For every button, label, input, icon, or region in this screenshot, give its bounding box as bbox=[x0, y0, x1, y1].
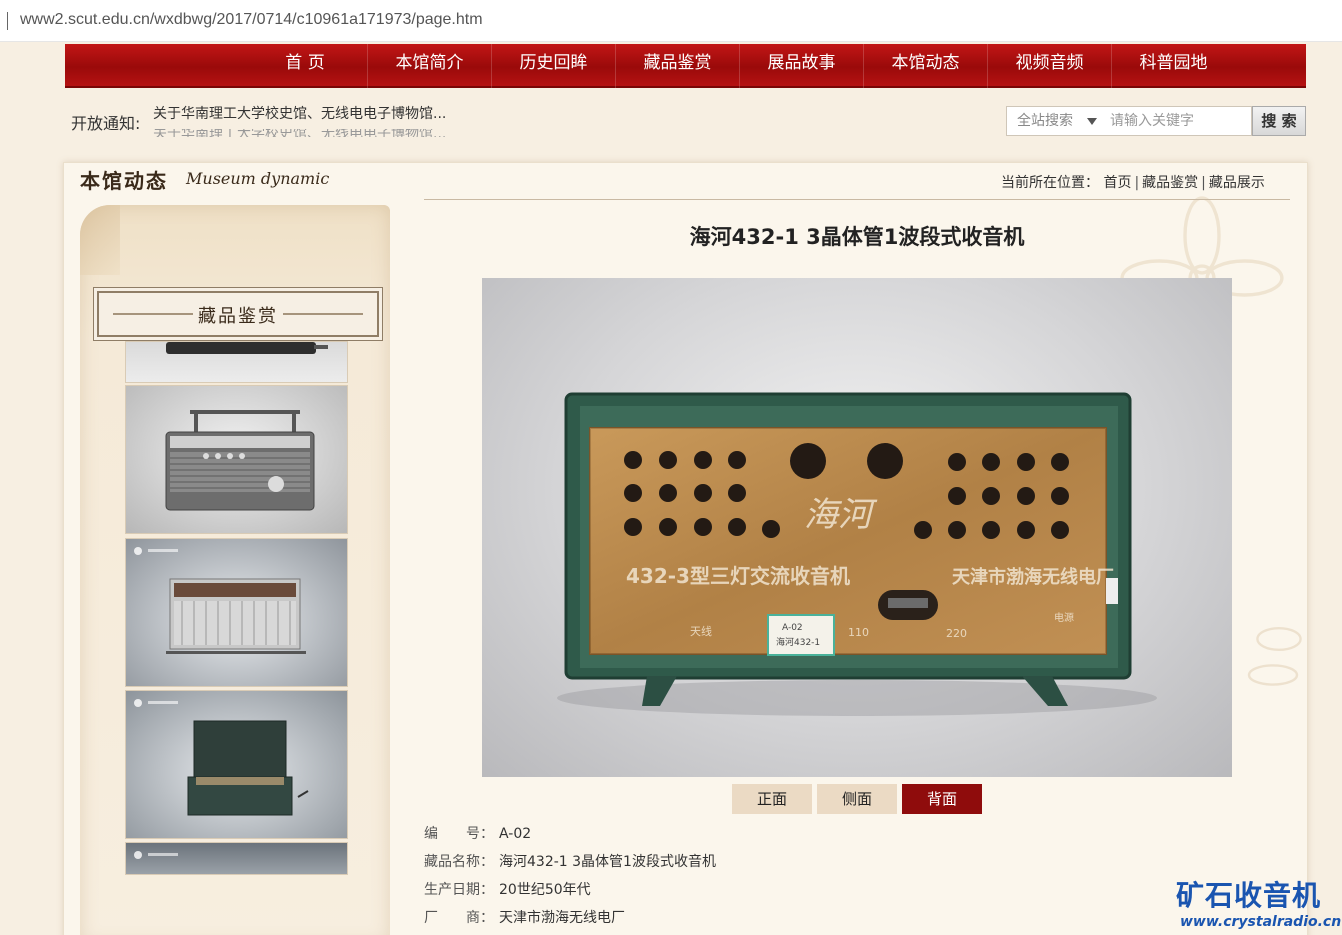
breadcrumb-separator: | bbox=[1201, 175, 1206, 191]
nav-item-science[interactable]: 科普园地 bbox=[1111, 44, 1235, 88]
radio-thumbnail-icon bbox=[166, 342, 328, 354]
photo-maker-text: 天津市渤海无线电厂 bbox=[952, 566, 1114, 588]
tab-front[interactable]: 正面 bbox=[732, 784, 812, 814]
caret-down-icon bbox=[1087, 118, 1097, 125]
thumbnail-item[interactable] bbox=[125, 690, 348, 839]
photo-logo-text: 海河 bbox=[804, 495, 878, 535]
breadcrumb-home[interactable]: 首页 bbox=[1103, 175, 1131, 191]
silver-radio-thumbnail-icon bbox=[134, 547, 306, 654]
photo-power-text: 电源 bbox=[1054, 611, 1074, 624]
phonograph-thumbnail-icon bbox=[134, 699, 309, 816]
meta-key: 生产日期： bbox=[424, 882, 494, 898]
meta-row-name: 藏品名称： 海河432-1 3晶体管1波段式收音机 bbox=[424, 852, 716, 880]
thumbnail-item[interactable] bbox=[125, 538, 348, 687]
photo-label-id: A-02 bbox=[782, 623, 803, 633]
nav-item-about[interactable]: 本馆简介 bbox=[367, 44, 491, 88]
item-metadata: 编 号： A-02 藏品名称： 海河432-1 3晶体管1波段式收音机 生产日期： 2… bbox=[424, 824, 716, 935]
header-divider bbox=[424, 199, 1290, 200]
nav-item-history[interactable]: 历史回眸 bbox=[491, 44, 615, 88]
item-title: 海河432-1 3晶体管1波段式收音机 bbox=[689, 225, 1025, 249]
view-tabs: 正面 侧面 背面 bbox=[732, 784, 987, 814]
meta-value: A-02 bbox=[499, 826, 532, 842]
notice-scroll-fragment: 关于华南理工大学校史馆、无线电电子博物馆... bbox=[153, 129, 453, 137]
nav-item-collection[interactable]: 藏品鉴赏 bbox=[615, 44, 739, 88]
watermark-cn: 矿石收音机 bbox=[1176, 879, 1322, 912]
url-text[interactable]: www2.scut.edu.cn/wxdbwg/2017/0714/c10961… bbox=[20, 11, 483, 29]
tab-side[interactable]: 侧面 bbox=[817, 784, 897, 814]
nav-item-video[interactable]: 视频音频 bbox=[987, 44, 1111, 88]
partial-thumbnail-icon bbox=[134, 851, 178, 859]
thumbnail-list[interactable] bbox=[125, 341, 348, 875]
photo-antenna-text: 天线 bbox=[690, 624, 712, 638]
text-cursor bbox=[7, 12, 8, 30]
photo-model-text: 432-3型三灯交流收音机 bbox=[626, 564, 850, 588]
breadcrumb-prefix: 当前所在位置： bbox=[1001, 175, 1099, 191]
notice-label: 开放通知: bbox=[71, 114, 141, 133]
meta-value: 20世纪50年代 bbox=[499, 882, 591, 898]
main-nav: 首 页 本馆简介 历史回眸 藏品鉴赏 展品故事 本馆动态 视频音频 科普园地 bbox=[65, 44, 1306, 88]
meta-row-number: 编 号： A-02 bbox=[424, 824, 716, 852]
nav-item-news[interactable]: 本馆动态 bbox=[863, 44, 987, 88]
notice-link[interactable]: 关于华南理工大学校史馆、无线电电子博物馆... bbox=[153, 103, 446, 123]
search-button[interactable]: 搜 索 bbox=[1252, 106, 1306, 136]
item-photo[interactable]: 海河 432-3型三灯交流收音机 天津市渤海无线电厂 天线 110 220 电源… bbox=[482, 278, 1232, 777]
nav-item-home[interactable]: 首 页 bbox=[243, 44, 367, 88]
sidebar-plaque: 藏品鉴赏 bbox=[97, 291, 379, 337]
breadcrumb-collection[interactable]: 藏品鉴赏 bbox=[1142, 175, 1198, 191]
meta-row-maker: 厂 商： 天津市渤海无线电厂 bbox=[424, 908, 716, 935]
meta-row-date: 生产日期： 20世纪50年代 bbox=[424, 880, 716, 908]
thumbnail-item[interactable] bbox=[125, 842, 348, 875]
section-title-en: Museum dynamic bbox=[186, 169, 330, 188]
browser-address-bar[interactable]: www2.scut.edu.cn/wxdbwg/2017/0714/c10961… bbox=[0, 0, 1342, 42]
meta-value: 天津市渤海无线电厂 bbox=[499, 910, 625, 926]
radio-back-photo-icon: 海河 432-3型三灯交流收音机 天津市渤海无线电厂 天线 110 220 电源… bbox=[557, 392, 1157, 716]
meta-key: 藏品名称： bbox=[424, 854, 494, 870]
notice-fragment-text: 关于华南理工大学校史馆、无线电电子博物馆... bbox=[153, 129, 447, 137]
meta-key: 编 号： bbox=[424, 826, 494, 842]
photo-voltage-2-text: 220 bbox=[946, 627, 967, 640]
tab-back[interactable]: 背面 bbox=[902, 784, 982, 814]
search-input[interactable] bbox=[1102, 106, 1252, 136]
breadcrumb-separator: | bbox=[1134, 175, 1140, 191]
photo-voltage-1-text: 110 bbox=[848, 626, 869, 639]
thumbnail-item[interactable] bbox=[125, 341, 348, 383]
breadcrumb-display[interactable]: 藏品展示 bbox=[1209, 175, 1265, 191]
scroll-fold-ornament bbox=[80, 205, 120, 275]
nav-item-stories[interactable]: 展品故事 bbox=[739, 44, 863, 88]
thumbnail-item[interactable] bbox=[125, 385, 348, 534]
watermark-en: www.crystalradio.cn bbox=[1180, 914, 1342, 930]
meta-key: 厂 商： bbox=[424, 910, 494, 926]
meta-value: 海河432-1 3晶体管1波段式收音机 bbox=[499, 854, 716, 870]
breadcrumb: 当前所在位置： 首页 | 藏品鉴赏 | 藏品展示 bbox=[1001, 172, 1265, 192]
search-scope-label: 全站搜索 bbox=[1017, 113, 1073, 129]
leaf-ornament-icon bbox=[1247, 627, 1302, 686]
portable-radio-thumbnail-icon bbox=[165, 410, 315, 511]
search-scope-select[interactable]: 全站搜索 bbox=[1006, 106, 1102, 136]
section-title: 本馆动态 bbox=[80, 169, 168, 193]
site-search: 全站搜索 搜 索 bbox=[1006, 106, 1306, 136]
photo-label-model: 海河432-1 bbox=[776, 636, 820, 648]
main-panel: 本馆动态 Museum dynamic 当前所在位置： 首页 | 藏品鉴赏 | 藏品展示… bbox=[63, 162, 1308, 935]
sidebar-plaque-label: 藏品鉴赏 bbox=[198, 306, 278, 327]
